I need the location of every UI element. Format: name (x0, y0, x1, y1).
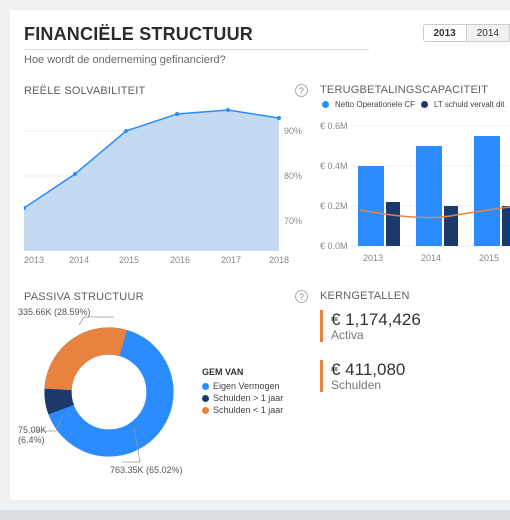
passiva-donut-chart (24, 307, 194, 477)
swatch-icon (202, 407, 209, 414)
legend-label-lt: LT schuld vervalt dit (434, 100, 504, 109)
solvency-area-chart: 90% 80% 70% 2013 2014 2015 2016 (24, 101, 304, 266)
svg-text:2013: 2013 (363, 253, 383, 263)
dot-icon (421, 101, 428, 108)
passiva-panel: PASSIVA STRUCTUUR ? 335.66K (28.59%) 75.… (24, 290, 314, 490)
dot-icon (322, 101, 329, 108)
svg-text:€ 0.6M: € 0.6M (320, 121, 348, 131)
kpi-item-schulden: € 411,080 Schulden (320, 360, 510, 392)
swatch-icon (202, 395, 209, 402)
repayment-panel: TERUGBETALINGSCAPACITEIT Netto Operation… (320, 84, 510, 284)
callout-orange: 335.66K (28.59%) (18, 307, 91, 317)
legend-label: Schulden > 1 jaar (213, 393, 283, 403)
solvency-panel: REËLE SOLVABILITEIT ? 90% 80% 70% (24, 84, 314, 284)
callout-navy-text: 75.09K(6.4%) (18, 425, 47, 445)
svg-text:2014: 2014 (421, 253, 441, 263)
footer-strip (0, 510, 510, 520)
svg-text:70%: 70% (284, 216, 302, 226)
legend-label-cf: Netto Operationele CF (335, 100, 415, 109)
passiva-legend: GEM VAN Eigen Vermogen Schulden > 1 jaar… (202, 367, 283, 417)
svg-text:2013: 2013 (24, 255, 44, 265)
year-tab-2014[interactable]: 2014 (467, 25, 509, 41)
passiva-title: PASSIVA STRUCTUUR (24, 291, 144, 303)
solvency-title: REËLE SOLVABILITEIT (24, 85, 145, 97)
svg-text:€ 0.0M: € 0.0M (320, 241, 348, 251)
kpi-value: € 1,174,426 (331, 310, 421, 330)
kpi-item-activa: € 1,174,426 Activa (320, 310, 510, 342)
legend-item: Schulden > 1 jaar (202, 393, 283, 403)
svg-text:2017: 2017 (221, 255, 241, 265)
legend-item: Schulden < 1 jaar (202, 405, 283, 415)
svg-text:2015: 2015 (119, 255, 139, 265)
help-icon[interactable]: ? (295, 84, 308, 97)
legend-label: Schulden < 1 jaar (213, 405, 283, 415)
year-tab-2013[interactable]: 2013 (424, 25, 467, 41)
callout-blue: 763.35K (65.02%) (110, 465, 183, 475)
swatch-icon (202, 383, 209, 390)
svg-text:2014: 2014 (69, 255, 89, 265)
svg-text:2018: 2018 (269, 255, 289, 265)
svg-text:90%: 90% (284, 126, 302, 136)
passiva-legend-title: GEM VAN (202, 367, 283, 377)
page-title: FINANCIËLE STRUCTUUR (24, 24, 369, 50)
kpi-accent-bar (320, 310, 323, 342)
callout-navy: 75.09K(6.4%) (18, 425, 47, 445)
year-tabs: 2013 2014 (423, 24, 510, 42)
kpi-label: Schulden (331, 378, 405, 392)
svg-text:80%: 80% (284, 171, 302, 181)
legend-label: Eigen Vermogen (213, 381, 280, 391)
svg-text:2016: 2016 (170, 255, 190, 265)
kpi-label: Activa (331, 328, 421, 342)
help-icon[interactable]: ? (295, 290, 308, 303)
svg-text:€ 0.4M: € 0.4M (320, 161, 348, 171)
kpi-title: KERNGETALLEN (320, 290, 410, 302)
repayment-title: TERUGBETALINGSCAPACITEIT (320, 84, 488, 96)
legend-item: Eigen Vermogen (202, 381, 283, 391)
svg-text:€ 0.2M: € 0.2M (320, 201, 348, 211)
kpi-panel: KERNGETALLEN € 1,174,426 Activa € 411,08… (320, 290, 510, 490)
repayment-legend: Netto Operationele CF LT schuld vervalt … (322, 100, 510, 109)
repayment-bar-chart: € 0.6M € 0.4M € 0.2M € 0.0M (320, 111, 510, 266)
svg-text:2015: 2015 (479, 253, 499, 263)
kpi-value: € 411,080 (331, 360, 405, 380)
kpi-accent-bar (320, 360, 323, 392)
page-subtitle: Hoe wordt de onderneming gefinancierd? (24, 54, 369, 66)
